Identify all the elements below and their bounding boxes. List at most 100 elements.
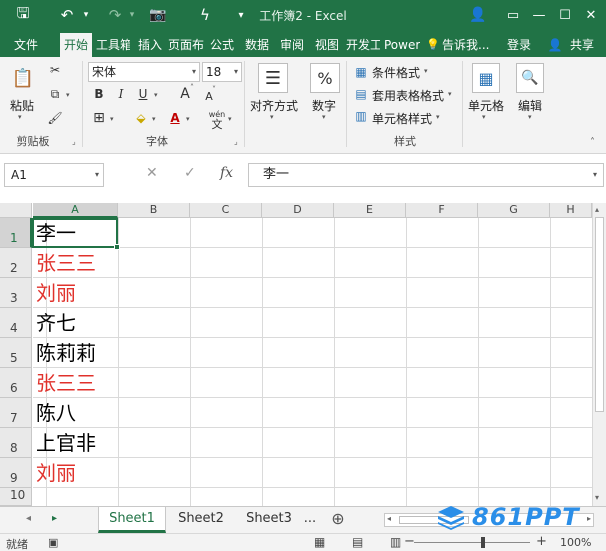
scroll-up-icon[interactable]: ▴ — [595, 205, 599, 214]
cell-a3[interactable]: 刘丽 — [33, 278, 118, 308]
cell-a9[interactable]: 刘丽 — [33, 458, 118, 488]
insert-function-icon[interactable]: fx — [220, 165, 233, 181]
cells-dropdown-icon[interactable]: ▾ — [482, 113, 486, 121]
maximize-icon[interactable]: ☐ — [554, 4, 576, 26]
row-header-1[interactable]: 1 — [0, 218, 32, 248]
vertical-scrollbar[interactable]: ▴ ▾ — [592, 203, 606, 506]
font-color-dropdown-icon[interactable]: ▾ — [186, 115, 190, 123]
format-as-table-button[interactable]: 套用表格格式 — [372, 87, 444, 104]
border-dropdown-icon[interactable]: ▾ — [110, 115, 114, 123]
row-header-4[interactable]: 4 — [0, 308, 32, 338]
tab-page-layout[interactable]: 页面布局 — [168, 33, 204, 57]
tab-tools[interactable]: 工具箱 — [96, 33, 130, 57]
row-header-10[interactable]: 10 — [0, 488, 32, 506]
row-header-3[interactable]: 3 — [0, 278, 32, 308]
cells-button[interactable]: 单元格 — [468, 97, 504, 114]
alignment-button[interactable]: 对齐方式 — [250, 97, 298, 114]
column-header-h[interactable]: H — [550, 203, 592, 218]
cell-a6[interactable]: 张三三 — [33, 368, 118, 398]
formula-input[interactable]: 李一 ▾ — [248, 163, 604, 187]
sheet-prev-icon[interactable]: ◂ — [26, 513, 31, 524]
cell-a4[interactable]: 齐七 — [33, 308, 118, 338]
fill-handle[interactable] — [114, 244, 120, 250]
copy-icon[interactable]: ⧉ — [46, 85, 64, 103]
add-sheet-icon[interactable]: ⊕ — [326, 507, 350, 533]
vertical-scroll-thumb[interactable] — [595, 217, 604, 412]
name-box[interactable]: A1 ▾ — [4, 163, 104, 187]
tab-file[interactable]: 文件 — [6, 33, 46, 57]
conditional-format-icon[interactable]: ▦ — [352, 63, 370, 81]
enter-icon[interactable]: ✓ — [184, 165, 196, 181]
sign-in-link[interactable]: 登录 — [504, 33, 534, 57]
cancel-icon[interactable]: ✕ — [146, 165, 158, 181]
ribbon-display-icon[interactable]: ▭ — [502, 4, 524, 26]
row-header-2[interactable]: 2 — [0, 248, 32, 278]
format-as-table-icon[interactable]: ▤ — [352, 85, 370, 103]
zoom-in-button[interactable]: + — [536, 534, 547, 549]
sheet-tab[interactable]: Sheet2 — [168, 507, 234, 533]
column-header-b[interactable]: B — [118, 203, 190, 218]
percent-icon[interactable]: % — [310, 63, 340, 93]
sheet-next-icon[interactable]: ▸ — [52, 513, 57, 524]
underline-button[interactable]: U — [134, 85, 152, 103]
row-header-5[interactable]: 5 — [0, 338, 32, 368]
column-header-d[interactable]: D — [262, 203, 334, 218]
fill-color-dropdown-icon[interactable]: ▾ — [152, 115, 156, 123]
font-launcher-icon[interactable]: ⌟ — [234, 137, 238, 146]
column-header-g[interactable]: G — [478, 203, 550, 218]
zoom-level[interactable]: 100% — [560, 536, 591, 549]
conditional-format-button[interactable]: 条件格式 — [372, 64, 420, 81]
sheet-tab[interactable]: Sheet1 — [98, 507, 166, 533]
expand-formula-icon[interactable]: ▾ — [593, 164, 597, 186]
tab-insert[interactable]: 插入 — [134, 33, 166, 57]
zoom-slider-thumb[interactable] — [481, 537, 485, 548]
column-header-c[interactable]: C — [190, 203, 262, 218]
tab-home[interactable]: 开始 — [60, 33, 92, 57]
cell-styles-button[interactable]: 单元格样式 — [372, 110, 432, 127]
editing-button[interactable]: 编辑 — [518, 97, 542, 114]
page-break-view-icon[interactable]: ▥ — [390, 535, 401, 549]
alignment-dropdown-icon[interactable]: ▾ — [270, 113, 274, 121]
italic-button[interactable]: I — [112, 85, 130, 103]
page-layout-view-icon[interactable]: ▤ — [352, 535, 363, 549]
cell-a7[interactable]: 陈八 — [33, 398, 118, 428]
row-header-8[interactable]: 8 — [0, 428, 32, 458]
tab-review[interactable]: 审阅 — [276, 33, 308, 57]
font-size-combo[interactable]: 18 ▾ — [202, 62, 242, 82]
cell-a5[interactable]: 陈莉莉 — [33, 338, 118, 368]
tab-data[interactable]: 数据 — [241, 33, 273, 57]
close-icon[interactable]: ✕ — [580, 4, 602, 26]
scroll-left-icon[interactable]: ◂ — [387, 514, 391, 523]
cut-icon[interactable]: ✂ — [46, 61, 64, 79]
share-icon[interactable]: 👤 — [546, 33, 564, 57]
phonetic-guide-icon[interactable]: 文 — [208, 115, 226, 133]
zoom-slider-track[interactable] — [414, 542, 530, 543]
copy-dropdown-icon[interactable]: ▾ — [66, 91, 70, 99]
tell-me-search[interactable]: 告诉我... — [442, 33, 498, 57]
tab-power[interactable]: Power — [384, 33, 420, 57]
underline-dropdown-icon[interactable]: ▾ — [154, 91, 158, 99]
cells-icon[interactable]: ▦ — [472, 63, 500, 93]
macro-record-icon[interactable]: ▣ — [48, 536, 58, 549]
minimize-icon[interactable]: — — [528, 4, 550, 26]
sheet-tab[interactable]: Sheet3 — [236, 507, 302, 533]
fill-color-icon[interactable]: ⬙ — [132, 109, 150, 127]
phonetic-dropdown-icon[interactable]: ▾ — [228, 115, 232, 123]
normal-view-icon[interactable]: ▦ — [314, 535, 325, 549]
row-header-6[interactable]: 6 — [0, 368, 32, 398]
bold-button[interactable]: B — [90, 85, 108, 103]
alignment-icon[interactable]: ☰ — [258, 63, 288, 93]
format-as-table-dropdown-icon[interactable]: ▾ — [448, 90, 452, 98]
column-header-e[interactable]: E — [334, 203, 406, 218]
paste-icon[interactable]: 📋 — [10, 63, 36, 93]
account-icon[interactable]: 👤 — [467, 4, 489, 26]
select-all-corner[interactable] — [0, 203, 32, 218]
tab-developer[interactable]: 开发工具 — [346, 33, 380, 57]
column-header-a[interactable]: A — [33, 203, 118, 218]
row-header-7[interactable]: 7 — [0, 398, 32, 428]
number-format-button[interactable]: 数字 — [312, 97, 336, 114]
font-color-icon[interactable]: A — [166, 109, 184, 127]
column-header-f[interactable]: F — [406, 203, 478, 218]
format-painter-ribbon-icon[interactable]: 🖌 — [46, 109, 64, 127]
share-button[interactable]: 共享 — [564, 33, 600, 57]
